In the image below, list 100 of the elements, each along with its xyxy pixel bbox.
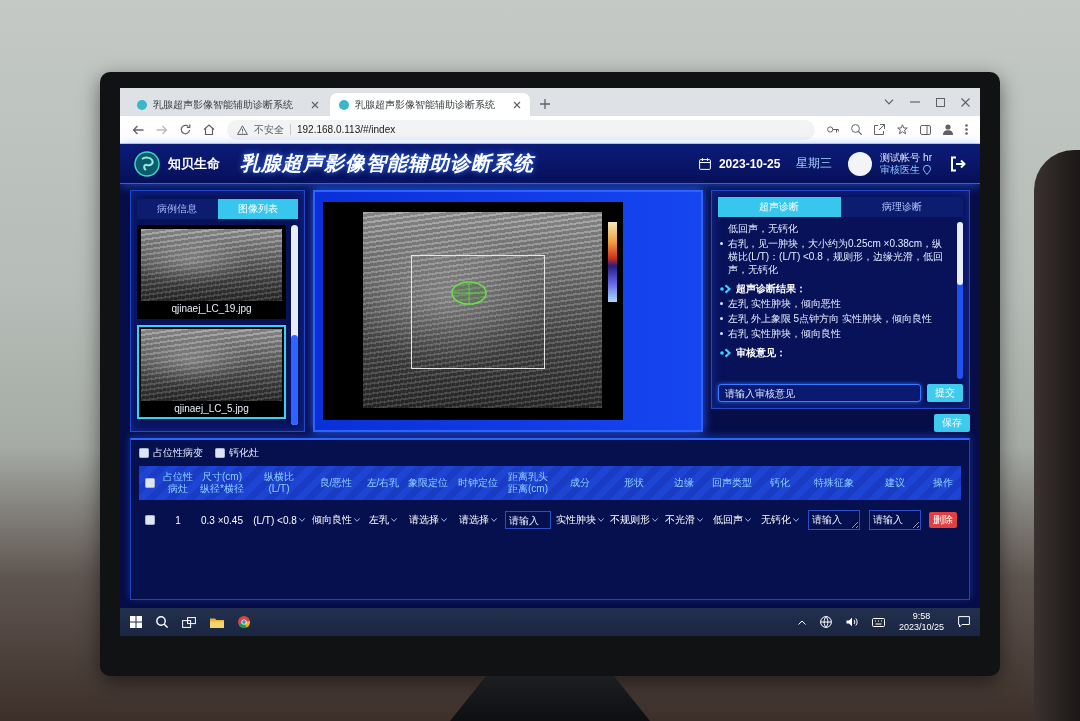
column-header: 纵横比(L/T) <box>263 471 295 495</box>
browser-tab[interactable]: 乳腺超声影像智能辅助诊断系统 <box>330 93 530 116</box>
dropdown[interactable]: 请选择 <box>459 513 497 527</box>
heading-marker-icon <box>720 347 731 358</box>
checkbox[interactable] <box>145 478 155 488</box>
filter-label: 占位性病变 <box>153 446 203 460</box>
location-pin-icon <box>923 164 932 175</box>
dropdown[interactable]: 请选择 <box>409 513 447 527</box>
home-icon[interactable] <box>203 124 215 135</box>
address-bar[interactable]: 不安全 192.168.0.113/#/index <box>227 119 815 140</box>
chevron-down-icon <box>598 518 604 522</box>
result-text: 左乳 外上象限 5点钟方向 实性肿块，倾向良性 <box>728 312 932 325</box>
dropdown[interactable]: 不光滑 <box>665 513 703 527</box>
textarea-field[interactable]: 请输入 <box>868 510 921 530</box>
key-icon[interactable] <box>827 126 839 133</box>
table-cell: 0.3 ×0.45 <box>201 514 243 526</box>
volume-icon[interactable] <box>845 617 858 627</box>
column-header: 建议 <box>884 477 905 489</box>
file-name: qjinaej_LC_5.jpg <box>174 403 249 414</box>
user-role: 审核医生 <box>880 163 921 176</box>
dropdown[interactable]: (L/T) <0.8 <box>253 514 305 526</box>
section-heading: 审核意见： <box>736 346 786 359</box>
column-header: 良/恶性 <box>319 477 353 489</box>
maximize-icon[interactable] <box>936 97 945 107</box>
profile-icon[interactable] <box>943 124 953 135</box>
result-text: 左乳 实性肿块，倾向恶性 <box>728 297 841 310</box>
finding-text: 右乳，见一肿块，大小约为0.25cm ×0.38cm，纵横比(L/T)：(L/T) <0.8，规则形，边缘光滑，低回声，无钙化 <box>728 237 944 276</box>
scrollbar-thumb[interactable] <box>957 222 963 285</box>
column-header: 占位性病灶 <box>162 471 194 495</box>
app-title: 乳腺超声影像智能辅助诊断系统 <box>240 151 534 176</box>
notification-icon[interactable] <box>958 616 970 628</box>
column-header: 左/右乳 <box>366 477 400 489</box>
menu-icon[interactable] <box>965 124 968 135</box>
checkbox[interactable] <box>145 515 155 525</box>
folder-icon[interactable] <box>210 616 224 628</box>
search-icon[interactable] <box>156 616 168 628</box>
column-header: 尺寸(cm)纵径*横径 <box>199 471 245 495</box>
thumbnail-card[interactable]: qjinaej_LC_19.jpg <box>137 225 286 319</box>
share-icon[interactable] <box>874 124 885 135</box>
input-field[interactable]: 请输入 <box>505 511 551 529</box>
dropdown[interactable]: 不规则形 <box>610 513 658 527</box>
chevron-down-icon <box>793 518 799 522</box>
report-tab[interactable]: 病理诊断 <box>840 197 963 217</box>
chevron-down-icon <box>441 518 447 522</box>
column-header: 成分 <box>570 477 590 489</box>
chevron-down-icon <box>391 518 397 522</box>
reload-icon[interactable] <box>180 124 191 135</box>
bullet-icon <box>720 332 723 335</box>
dropdown[interactable]: 倾向良性 <box>312 513 360 527</box>
date-text: 2023-10-25 <box>718 156 781 171</box>
magnifier-icon[interactable] <box>851 124 862 135</box>
clock-time: 9:58 <box>912 611 931 622</box>
star-icon[interactable] <box>897 124 908 135</box>
chevron-down-icon[interactable] <box>884 99 894 105</box>
column-header: 操作 <box>933 477 953 489</box>
chevron-up-icon[interactable] <box>797 619 806 625</box>
column-header: 回声类型 <box>712 477 752 489</box>
browser-tab[interactable]: 乳腺超声影像智能辅助诊断系统 <box>128 93 328 116</box>
delete-button[interactable]: 删除 <box>929 512 957 528</box>
bullet-icon <box>720 302 723 305</box>
checkbox[interactable] <box>215 448 225 458</box>
thumbnail-card[interactable]: qjinaej_LC_5.jpg <box>137 325 286 419</box>
sidebar-icon[interactable] <box>920 124 931 135</box>
close-icon[interactable] <box>961 97 970 107</box>
chevron-down-icon <box>298 518 305 522</box>
dropdown[interactable]: 无钙化 <box>761 513 799 527</box>
close-icon[interactable] <box>311 100 319 109</box>
task-view-icon[interactable] <box>182 616 196 628</box>
start-icon[interactable] <box>130 616 142 628</box>
close-icon[interactable] <box>513 100 521 109</box>
heading-marker-icon <box>720 283 731 294</box>
bullet-icon <box>720 317 723 320</box>
network-icon[interactable] <box>819 616 832 628</box>
dropdown[interactable]: 实性肿块 <box>556 513 604 527</box>
filter-label: 钙化灶 <box>229 446 259 460</box>
column-header: 钙化 <box>770 477 790 489</box>
checkbox[interactable] <box>139 448 149 458</box>
review-input[interactable]: 请输入审核意见 <box>718 384 921 402</box>
plus-icon[interactable] <box>540 99 550 109</box>
dropdown[interactable]: 左乳 <box>369 513 397 527</box>
chevron-down-icon <box>491 518 497 522</box>
favicon-icon <box>137 99 147 110</box>
file-name: qjinaej_LC_19.jpg <box>171 303 252 314</box>
keyboard-icon[interactable] <box>871 617 885 627</box>
dropdown[interactable]: 低回声 <box>713 513 751 527</box>
favicon-icon <box>339 99 349 110</box>
column-header: 距离乳头距离(cm) <box>507 471 549 495</box>
chevron-down-icon <box>652 518 658 522</box>
avatar[interactable] <box>848 151 873 176</box>
browser-icon[interactable] <box>238 616 250 628</box>
column-header: 时钟定位 <box>458 477 498 489</box>
finding-text: 低回声，无钙化 <box>727 222 799 235</box>
bullet-icon <box>720 242 723 245</box>
logout-icon[interactable] <box>950 155 966 172</box>
back-arrow-icon[interactable] <box>132 124 144 135</box>
panel-tab[interactable]: 病例信息 <box>137 199 218 219</box>
section-heading: 超声诊断结果： <box>736 282 806 295</box>
scrollbar-thumb[interactable] <box>291 335 298 425</box>
result-text: 右乳 实性肿块，倾向良性 <box>728 327 841 340</box>
textarea-field[interactable]: 请输入 <box>807 510 860 530</box>
